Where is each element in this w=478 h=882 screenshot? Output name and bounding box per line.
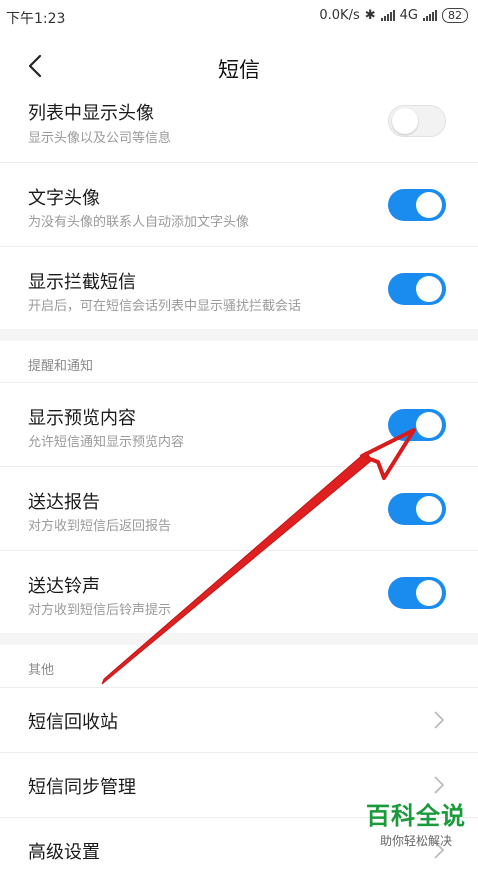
watermark-brand: 百科全说 xyxy=(366,802,466,830)
watermark: 百科全说 助你轻松解决 xyxy=(366,796,466,849)
annotation-arrow-head xyxy=(360,428,416,480)
watermark-slogan: 助你轻松解决 xyxy=(379,834,452,848)
annotation-arrow-shaft xyxy=(101,451,373,685)
annotation-arrow xyxy=(101,428,416,685)
